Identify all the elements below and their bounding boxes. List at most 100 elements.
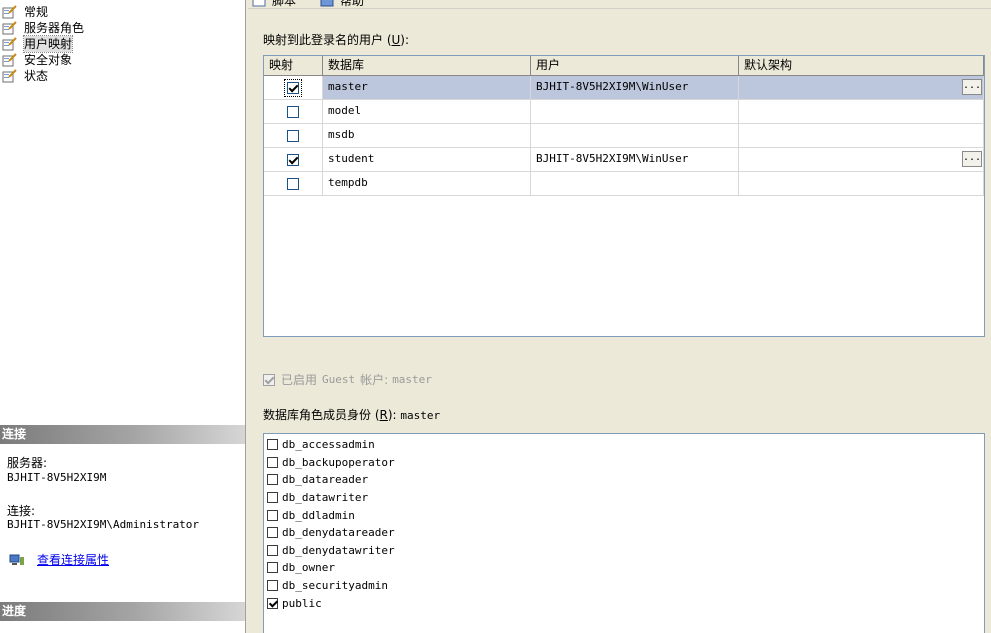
database-role-list[interactable]: db_accessadmin db_backupoperator db_datare… [263, 433, 985, 633]
help-icon [320, 0, 334, 7]
role-item[interactable]: db_denydatawriter [264, 542, 984, 560]
role-item[interactable]: db_ddladmin [264, 506, 984, 524]
page-selector-list: 常规 服务器角色 用户映射 安全对象 状态 [0, 4, 246, 84]
column-header-database[interactable]: 数据库 [323, 56, 531, 75]
guest-enabled-row: 已启用 Guest 帐户: master [263, 371, 432, 388]
user-mapping-grid[interactable]: 映射 数据库 用户 默认架构 master BJHIT-8V5H2XI9M\Win… [263, 55, 985, 337]
toolbar: 脚本 帮助 [248, 0, 991, 9]
database-cell: student [323, 148, 531, 171]
map-checkbox[interactable] [287, 105, 299, 118]
page-icon [2, 21, 17, 35]
script-icon [252, 0, 266, 7]
map-checkbox[interactable] [287, 129, 299, 142]
server-label: 服务器: [7, 456, 48, 470]
role-item[interactable]: db_datawriter [264, 489, 984, 507]
table-row[interactable]: tempdb [264, 172, 984, 196]
map-checkbox[interactable] [287, 177, 299, 190]
user-cell[interactable] [531, 100, 739, 123]
column-header-default-schema[interactable]: 默认架构 [739, 56, 984, 75]
role-checkbox[interactable] [267, 474, 278, 486]
column-header-mapped[interactable]: 映射 [264, 56, 323, 75]
roles-label: 数据库角色成员身份 (R): master [263, 408, 441, 422]
table-row[interactable]: msdb [264, 124, 984, 148]
role-checkbox[interactable] [267, 544, 278, 556]
role-item[interactable]: public [264, 594, 984, 612]
role-name: db_datawriter [282, 491, 369, 505]
map-checkbox[interactable] [284, 78, 302, 97]
table-row[interactable]: student BJHIT-8V5H2XI9M\WinUser... [264, 148, 984, 172]
map-checkbox[interactable] [287, 153, 299, 166]
connection-label: 连接: [7, 504, 36, 518]
connection-header: 连接 [0, 425, 245, 444]
user-cell[interactable]: BJHIT-8V5H2XI9M\WinUser [531, 148, 739, 171]
progress-header: 进度 [0, 602, 245, 621]
role-item[interactable]: db_datareader [264, 471, 984, 489]
database-cell: master [323, 76, 531, 99]
page-icon [2, 37, 17, 51]
nav-item-user-mapping[interactable]: 用户映射 [0, 35, 246, 53]
role-checkbox[interactable] [267, 439, 278, 451]
database-cell: tempdb [323, 172, 531, 195]
browse-schema-button[interactable]: ... [962, 151, 982, 167]
script-button[interactable]: 脚本 [252, 0, 296, 8]
mapped-cell [264, 100, 323, 123]
default-schema-cell[interactable] [739, 124, 984, 147]
role-checkbox[interactable] [267, 580, 278, 592]
mapped-cell [264, 76, 323, 99]
nav-item-server-roles[interactable]: 服务器角色 [0, 20, 246, 36]
role-checkbox[interactable] [267, 492, 278, 504]
role-item[interactable]: db_denydatareader [264, 524, 984, 542]
role-name: db_backupoperator [282, 455, 395, 469]
connection-properties-icon [9, 554, 24, 565]
view-connection-properties-link[interactable]: 查看连接属性 [37, 551, 109, 568]
server-value: BJHIT-8V5H2XI9M [7, 471, 107, 484]
grid-body: master BJHIT-8V5H2XI9M\WinUser... model msd… [264, 76, 984, 196]
guest-database: master [392, 373, 432, 386]
mapping-label: 映射到此登录名的用户 (U): [263, 33, 410, 47]
user-cell[interactable] [531, 124, 739, 147]
view-connection-properties-row: 查看连接属性 [9, 551, 109, 568]
table-row[interactable]: master BJHIT-8V5H2XI9M\WinUser... [264, 76, 984, 100]
role-name: db_datareader [282, 473, 369, 487]
guest-label-guest: Guest [322, 373, 356, 386]
mapped-cell [264, 172, 323, 195]
role-item[interactable]: db_backupoperator [264, 454, 984, 472]
guest-label-account: 帐户: [360, 373, 389, 387]
connection-value: BJHIT-8V5H2XI9M\Administrator [7, 518, 200, 531]
column-header-user[interactable]: 用户 [531, 56, 739, 75]
role-item[interactable]: db_accessadmin [264, 436, 984, 454]
nav-item-status[interactable]: 状态 [0, 68, 246, 84]
page-icon [2, 5, 17, 19]
browse-schema-button[interactable]: ... [962, 79, 982, 95]
guest-enabled-label: 已启用 [281, 373, 318, 387]
role-checkbox[interactable] [267, 562, 278, 574]
nav-item-securables[interactable]: 安全对象 [0, 52, 246, 68]
page-icon [2, 53, 17, 67]
role-item[interactable]: db_owner [264, 559, 984, 577]
grid-header: 映射 数据库 用户 默认架构 [264, 56, 984, 76]
nav-item-general[interactable]: 常规 [0, 4, 246, 20]
mapped-cell [264, 124, 323, 147]
left-panel: 常规 服务器角色 用户映射 安全对象 状态 连接 服务器: BJHIT-8V5H… [0, 0, 246, 633]
nav-label: 服务器角色 [24, 21, 85, 35]
help-button[interactable]: 帮助 [320, 0, 364, 8]
nav-label: 用户映射 [22, 35, 74, 53]
role-name: db_accessadmin [282, 438, 375, 452]
table-row[interactable]: model [264, 100, 984, 124]
mapped-cell [264, 148, 323, 171]
role-checkbox[interactable] [267, 597, 278, 609]
default-schema-cell[interactable]: ... [739, 148, 984, 171]
user-cell[interactable] [531, 172, 739, 195]
role-checkbox[interactable] [267, 527, 278, 539]
default-schema-cell[interactable] [739, 100, 984, 123]
role-checkbox[interactable] [267, 509, 278, 521]
user-cell[interactable]: BJHIT-8V5H2XI9M\WinUser [531, 76, 739, 99]
role-item[interactable]: db_securityadmin [264, 577, 984, 595]
nav-label: 安全对象 [24, 53, 73, 67]
default-schema-cell[interactable] [739, 172, 984, 195]
role-name: db_ddladmin [282, 508, 355, 522]
role-name: db_owner [282, 561, 335, 575]
default-schema-cell[interactable]: ... [739, 76, 984, 99]
role-checkbox[interactable] [267, 456, 278, 468]
nav-label: 状态 [24, 69, 49, 83]
